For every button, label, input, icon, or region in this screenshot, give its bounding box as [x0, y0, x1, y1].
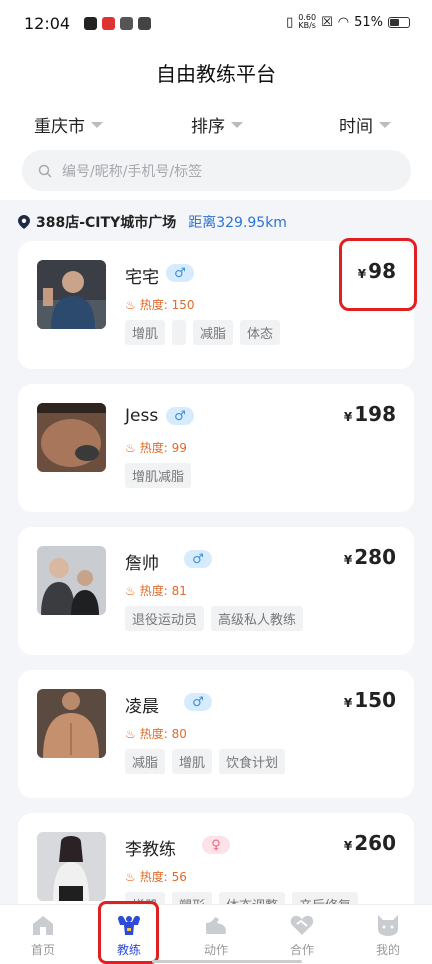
location-pin-icon [18, 215, 30, 229]
store-location: 388店-CITY城市广场 距离329.95km [18, 212, 287, 232]
heat-indicator: ♨ 热度: 80 [125, 726, 187, 742]
tag [172, 320, 187, 345]
tag: 增肌减脂 [125, 463, 192, 488]
store-name: 388店-CITY城市广场 [36, 215, 177, 231]
coach-name: 宅宅 [125, 268, 159, 288]
caret-down-icon [231, 121, 243, 128]
tag-list: 退役运动员 高级私人教练 [125, 606, 304, 631]
flame-icon: ♨ [125, 726, 136, 741]
status-time: 12:04 [24, 14, 71, 33]
coach-price: ¥280 [343, 545, 396, 569]
coach-price: ¥260 [343, 831, 396, 855]
coach-avatar [37, 689, 106, 758]
filter-time[interactable]: 时间 [339, 112, 391, 137]
female-icon: ♀ [202, 836, 230, 854]
tag: 减脂 [193, 320, 234, 345]
header: 自由教练平台 重庆市 排序 时间 编号/昵称/手机号/标签 [0, 50, 432, 200]
status-bar: 12:04 ▯ 0.60 KB/s ☒ ◠ 51% [0, 0, 432, 50]
home-icon [33, 916, 53, 935]
coach-name: Jess [125, 406, 159, 426]
male-icon: ♂ [166, 407, 194, 425]
filter-bar: 重庆市 排序 时间 [0, 112, 432, 138]
caret-down-icon [379, 121, 391, 128]
heat-indicator: ♨ 热度: 99 [125, 440, 187, 456]
battery-percent: 51% [354, 14, 383, 30]
coach-avatar [37, 546, 106, 615]
search-icon [38, 164, 52, 178]
heat-indicator: ♨ 热度: 56 [125, 869, 187, 885]
coach-price: ¥198 [343, 402, 396, 426]
coach-card[interactable]: 凌晨 ♂ ♨ 热度: 80 减脂 增肌 饮食计划 ¥150 [18, 670, 414, 798]
notification-icons [84, 17, 151, 30]
flame-icon: ♨ [125, 440, 136, 455]
tag: 退役运动员 [125, 606, 205, 631]
handshake-icon [290, 915, 314, 935]
bottom-tab-bar: 首页 教练 动作 合作 我的 [0, 904, 432, 964]
tab-cooperation[interactable]: 合作 [272, 913, 332, 958]
coach-price: ¥150 [343, 688, 396, 712]
tab-home[interactable]: 首页 [13, 913, 73, 958]
tag: 体态 [240, 320, 281, 345]
tab-highlight-box [98, 901, 159, 964]
sim-icon: ☒ [321, 14, 333, 30]
heat-indicator: ♨ 热度: 150 [125, 297, 195, 313]
coach-name: 凌晨 [125, 697, 159, 717]
coach-avatar [37, 260, 106, 329]
tab-actions[interactable]: 动作 [186, 913, 246, 958]
tab-mine[interactable]: 我的 [358, 913, 418, 958]
tag-list: 增肌 减脂 体态 [125, 320, 281, 345]
coach-avatar [37, 832, 106, 901]
wifi-icon: ◠ [337, 14, 350, 30]
shoe-icon [206, 917, 226, 934]
flame-icon: ♨ [125, 297, 136, 312]
page-title: 自由教练平台 [156, 62, 276, 86]
app-icon [120, 17, 133, 30]
caret-down-icon [91, 121, 103, 128]
coach-name: 詹帅 [125, 554, 159, 574]
search-input[interactable]: 编号/昵称/手机号/标签 [22, 150, 411, 191]
app-icon [84, 17, 97, 30]
status-right: ▯ 0.60 KB/s ☒ ◠ 51% [286, 14, 410, 30]
vibrate-icon: ▯ [286, 14, 294, 30]
coach-name: 李教练 [125, 840, 176, 860]
coach-card[interactable]: 詹帅 ♂ ♨ 热度: 81 退役运动员 高级私人教练 ¥280 [18, 527, 414, 655]
price-highlight-box [339, 238, 417, 311]
tag: 减脂 [125, 749, 166, 774]
tag: 高级私人教练 [211, 606, 304, 631]
male-icon: ♂ [166, 264, 194, 282]
coach-card[interactable]: Jess ♂ ♨ 热度: 99 增肌减脂 ¥198 [18, 384, 414, 512]
flame-icon: ♨ [125, 583, 136, 598]
cat-icon [378, 915, 398, 936]
battery-icon [388, 16, 410, 28]
app-icon [102, 17, 115, 30]
app-icon [138, 17, 151, 30]
filter-sort[interactable]: 排序 [191, 112, 243, 137]
network-speed: 0.60 KB/s [298, 13, 317, 30]
home-indicator [152, 960, 302, 963]
heat-indicator: ♨ 热度: 81 [125, 583, 187, 599]
male-icon: ♂ [184, 550, 212, 568]
search-placeholder: 编号/昵称/手机号/标签 [62, 163, 203, 180]
tag: 增肌 [125, 320, 166, 345]
male-icon: ♂ [184, 693, 212, 711]
tag: 饮食计划 [219, 749, 286, 774]
store-distance: 距离329.95km [188, 215, 287, 231]
tag: 增肌 [172, 749, 213, 774]
flame-icon: ♨ [125, 869, 136, 884]
coach-avatar [37, 403, 106, 472]
filter-city[interactable]: 重庆市 [34, 112, 103, 137]
tag-list: 减脂 增肌 饮食计划 [125, 749, 286, 774]
tag-list: 增肌减脂 [125, 463, 192, 488]
